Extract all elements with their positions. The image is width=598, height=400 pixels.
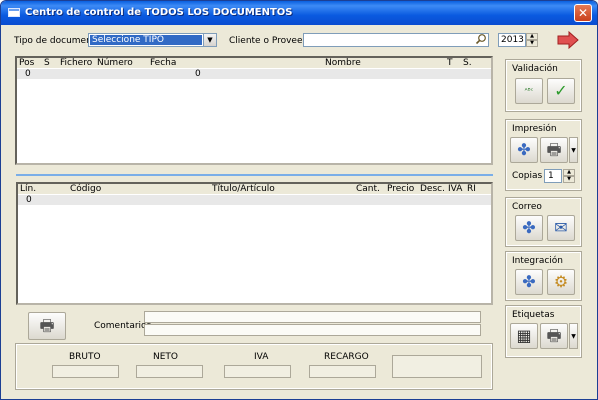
totals-panel: BRUTO NETO IVA RECARGO	[15, 343, 493, 390]
col-iva[interactable]: IVA	[448, 184, 462, 194]
fan-icon: ✤	[517, 140, 531, 159]
recargo-label: RECARGO	[324, 352, 369, 362]
documents-grid-header: Pos S Fichero Número Fecha Nombre T S.	[17, 58, 491, 68]
printer-icon: 🖶	[546, 326, 562, 345]
copias-stepper[interactable]: ▲ ▼	[563, 169, 575, 183]
correo-panel: Correo ✤ ✉	[505, 197, 582, 247]
integracion-panel: Integración ✤ ⚙	[505, 251, 582, 301]
title-bar: Centro de control de TODOS LOS DOCUMENTO…	[1, 1, 597, 25]
fan-icon: ✤	[522, 272, 536, 291]
col-precio[interactable]: Precio	[387, 184, 414, 194]
lines-grid-header: Lín. Código Título/Artículo Cant. Precio…	[18, 184, 491, 194]
row-lin: 0	[26, 195, 32, 205]
copias-input[interactable]: 1	[544, 169, 562, 183]
window-icon	[8, 8, 20, 17]
col-fecha[interactable]: Fecha	[150, 58, 176, 68]
year-input[interactable]: 2013	[498, 33, 526, 47]
integration-preview-button[interactable]: ✤	[515, 269, 543, 295]
col-numero[interactable]: Número	[97, 58, 133, 68]
comentarios-label: Comentarios	[94, 321, 152, 331]
col-desc[interactable]: Desc.	[420, 184, 445, 194]
close-button[interactable]: ✕	[574, 4, 592, 22]
comentarios-line2[interactable]	[144, 324, 481, 336]
lines-grid[interactable]: Lín. Código Título/Artículo Cant. Precio…	[16, 182, 493, 305]
integrate-button[interactable]: ⚙	[547, 269, 575, 295]
col-titulo[interactable]: Título/Artículo	[212, 184, 275, 194]
check-icon: ✓	[554, 81, 568, 100]
iva-value	[224, 365, 291, 378]
validacion-title: Validación	[512, 64, 558, 74]
chevron-down-icon[interactable]: ▼	[203, 34, 216, 46]
col-cant[interactable]: Cant.	[356, 184, 380, 194]
exit-arrow-icon	[557, 30, 579, 50]
impresion-panel: Impresión ✤ 🖶 ▼ Copias 1 ▲ ▼	[505, 119, 582, 191]
recargo-value	[309, 365, 376, 378]
col-t[interactable]: T	[447, 58, 453, 68]
col-fichero[interactable]: Fichero	[60, 58, 92, 68]
labels-layout-button[interactable]: ▦	[510, 323, 538, 349]
printer-icon: 🖶	[39, 316, 55, 335]
table-row[interactable]: 0	[18, 195, 491, 205]
col-s[interactable]: S	[44, 58, 50, 68]
printer-icon: 🖶	[546, 140, 562, 159]
window-title: Centro de control de TODOS LOS DOCUMENTO…	[25, 7, 293, 18]
col-pos[interactable]: Pos	[19, 58, 34, 68]
validacion-panel: Validación ᴬᴮᶜ ✓	[505, 59, 582, 112]
integrate-icon: ⚙	[553, 272, 569, 291]
print-document-button[interactable]: 🖶	[28, 312, 66, 340]
fan-icon: ✤	[522, 218, 536, 237]
bruto-label: BRUTO	[69, 352, 101, 362]
iva-label: IVA	[254, 352, 269, 362]
send-mail-button[interactable]: ✉	[547, 215, 575, 241]
labels-options-dropdown[interactable]: ▼	[569, 323, 578, 349]
validate-button[interactable]: ✓	[547, 78, 575, 104]
print-options-dropdown[interactable]: ▼	[569, 137, 578, 163]
exit-button[interactable]	[556, 29, 580, 51]
print-labels-button[interactable]: 🖶	[540, 323, 568, 349]
documents-grid[interactable]: Pos S Fichero Número Fecha Nombre T S. 0…	[15, 56, 493, 165]
spellcheck-button[interactable]: ᴬᴮᶜ	[515, 78, 543, 104]
etiquetas-title: Etiquetas	[512, 310, 555, 320]
etiquetas-panel: Etiquetas ▦ 🖶 ▼	[505, 305, 582, 358]
copias-up-button[interactable]: ▲	[563, 169, 575, 176]
copias-down-button[interactable]: ▼	[563, 176, 575, 183]
print-button[interactable]: 🖶	[540, 137, 568, 163]
col-s2[interactable]: S.	[463, 58, 472, 68]
mail-preview-button[interactable]: ✤	[515, 215, 543, 241]
col-nombre[interactable]: Nombre	[325, 58, 361, 68]
integracion-title: Integración	[512, 256, 564, 266]
impresion-title: Impresión	[512, 124, 557, 134]
search-icon[interactable]	[473, 33, 488, 47]
table-row[interactable]: 0 0	[17, 69, 491, 79]
preview-button[interactable]: ✤	[510, 137, 538, 163]
neto-label: NETO	[153, 352, 179, 362]
mail-icon: ✉	[554, 218, 568, 237]
cliente-proveedor-input[interactable]	[303, 33, 489, 47]
neto-value	[136, 365, 203, 378]
year-down-button[interactable]: ▼	[526, 40, 538, 47]
row-fecha: 0	[195, 69, 201, 79]
spellcheck-icon: ᴬᴮᶜ	[524, 87, 534, 95]
splitter[interactable]	[16, 174, 493, 176]
col-lin[interactable]: Lín.	[20, 184, 36, 194]
tipo-documento-value: Seleccione TIPO	[90, 35, 202, 45]
year-up-button[interactable]: ▲	[526, 33, 538, 40]
row-pos: 0	[25, 69, 31, 79]
correo-title: Correo	[512, 202, 542, 212]
bruto-value	[52, 365, 119, 378]
copias-label: Copias	[512, 171, 543, 181]
col-codigo[interactable]: Código	[70, 184, 101, 194]
app-window: Centro de control de TODOS LOS DOCUMENTO…	[0, 0, 598, 400]
total-value	[392, 355, 482, 378]
year-stepper[interactable]: ▲ ▼	[526, 33, 538, 47]
col-ri[interactable]: RI	[467, 184, 476, 194]
comentarios-line1[interactable]	[144, 311, 481, 323]
labels-icon: ▦	[516, 326, 532, 345]
tipo-documento-select[interactable]: Seleccione TIPO ▼	[88, 33, 217, 47]
